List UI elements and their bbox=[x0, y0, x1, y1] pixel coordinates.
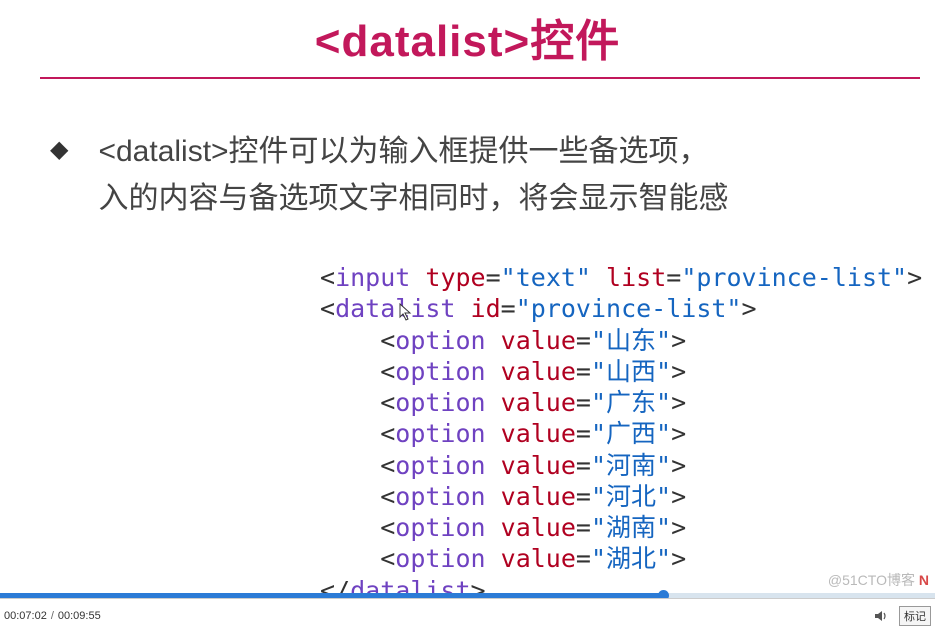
code-value-attr: value bbox=[501, 388, 576, 417]
code-opt-5: "河北" bbox=[591, 482, 671, 511]
code-option-tag: option bbox=[395, 326, 485, 355]
code-type-val: "text" bbox=[501, 263, 591, 292]
slide-content: <datalist>控件 ◆ <datalist>控件可以为输入框提供一些备选项… bbox=[0, 0, 935, 632]
code-value-attr: value bbox=[501, 357, 576, 386]
code-list-val: "province-list" bbox=[681, 263, 907, 292]
video-controls: 00:07:02 / 00:09:55 标记 bbox=[0, 598, 935, 632]
code-opt-6: "湖南" bbox=[591, 513, 671, 542]
code-datalist-tag: datalist bbox=[335, 294, 455, 323]
total-time: 00:09:55 bbox=[58, 610, 101, 622]
code-option-tag: option bbox=[395, 357, 485, 386]
code-opt-3: "广西" bbox=[591, 419, 671, 448]
code-option-tag: option bbox=[395, 544, 485, 573]
code-input-tag: input bbox=[335, 263, 410, 292]
title-suffix: 控件 bbox=[530, 17, 620, 66]
desc-line1: <datalist>控件可以为输入框提供一些备选项， bbox=[98, 135, 708, 168]
right-controls: 标记 bbox=[873, 606, 931, 626]
code-option-tag: option bbox=[395, 419, 485, 448]
code-option-tag: option bbox=[395, 482, 485, 511]
code-id-val: "province-list" bbox=[516, 294, 742, 323]
bookmark-button[interactable]: 标记 bbox=[899, 606, 931, 626]
code-id-attr: id bbox=[471, 294, 501, 323]
code-type-attr: type bbox=[425, 263, 485, 292]
desc-line2: 入的内容与备选项文字相同时，将会显示智能感 bbox=[98, 182, 728, 215]
code-value-attr: value bbox=[501, 451, 576, 480]
code-option-tag: option bbox=[395, 513, 485, 542]
time-separator: / bbox=[51, 610, 54, 622]
code-opt-2: "广东" bbox=[591, 388, 671, 417]
code-value-attr: value bbox=[501, 326, 576, 355]
code-list-attr: list bbox=[606, 263, 666, 292]
diamond-bullet-icon: ◆ bbox=[50, 135, 68, 164]
code-opt-0: "山东" bbox=[591, 326, 671, 355]
title-underline bbox=[40, 77, 920, 79]
code-opt-7: "湖北" bbox=[591, 544, 671, 573]
watermark-text: @51CTO博客 N bbox=[828, 570, 929, 590]
code-value-attr: value bbox=[501, 419, 576, 448]
bullet-row: ◆ <datalist>控件可以为输入框提供一些备选项， 入的内容与备选项文字相… bbox=[40, 129, 895, 222]
code-opt-4: "河南" bbox=[591, 451, 671, 480]
current-time: 00:07:02 bbox=[4, 610, 47, 622]
code-value-attr: value bbox=[501, 513, 576, 542]
code-value-attr: value bbox=[501, 544, 576, 573]
slide-title: <datalist>控件 bbox=[40, 0, 895, 77]
code-sample: <input type="text" list="province-list">… bbox=[320, 262, 895, 606]
code-option-tag: option bbox=[395, 388, 485, 417]
code-value-attr: value bbox=[501, 482, 576, 511]
volume-icon[interactable] bbox=[873, 608, 889, 624]
code-opt-1: "山西" bbox=[591, 357, 671, 386]
title-tag: <datalist> bbox=[315, 17, 530, 66]
description-text: <datalist>控件可以为输入框提供一些备选项， 入的内容与备选项文字相同时… bbox=[98, 129, 728, 222]
code-option-tag: option bbox=[395, 451, 485, 480]
